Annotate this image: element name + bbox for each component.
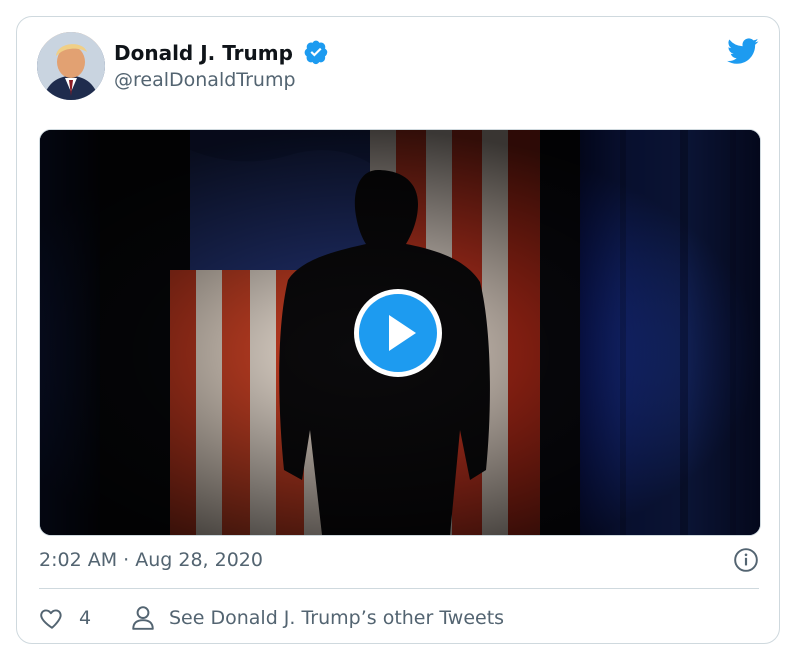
person-icon: [132, 606, 154, 630]
see-other-tweets-link[interactable]: See Donald J. Trump’s other Tweets: [131, 605, 504, 631]
like-button[interactable]: 4: [39, 605, 91, 631]
tweet-timestamp[interactable]: 2:02 AM · Aug 28, 2020: [39, 549, 263, 571]
video-player[interactable]: [39, 129, 761, 536]
twitter-bird-icon[interactable]: [725, 35, 761, 67]
play-icon[interactable]: [352, 287, 444, 379]
heart-icon: [40, 609, 62, 629]
author-name[interactable]: Donald J. Trump: [114, 41, 293, 65]
info-icon[interactable]: [733, 547, 759, 573]
like-count: 4: [79, 607, 92, 629]
author-avatar[interactable]: [37, 32, 105, 100]
divider: [39, 588, 759, 589]
see-other-tweets-label: See Donald J. Trump’s other Tweets: [169, 607, 505, 629]
verified-badge-icon: [304, 40, 328, 65]
tweet-card[interactable]: Donald J. Trump @realDonaldTrump 2:02 AM…: [16, 16, 780, 644]
author-handle[interactable]: @realDonaldTrump: [114, 69, 296, 91]
